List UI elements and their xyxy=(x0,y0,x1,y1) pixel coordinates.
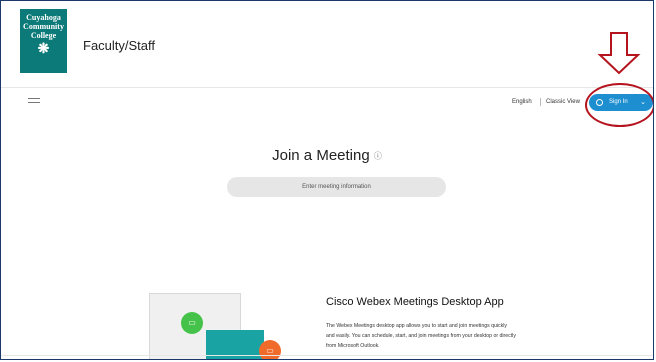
annotation-circle xyxy=(585,83,653,127)
footer-divider xyxy=(1,355,653,356)
page-frame: Cuyahoga Community College ❋ Faculty/Sta… xyxy=(0,0,654,360)
college-logo[interactable]: Cuyahoga Community College ❋ xyxy=(20,9,67,73)
hamburger-menu-icon[interactable] xyxy=(28,98,40,106)
page-title: Join a Meeting ⓘ xyxy=(1,147,653,164)
promo-description: The Webex Meetings desktop app allows yo… xyxy=(326,323,516,349)
desktop-app-illustration: ▭ ▭ xyxy=(149,293,281,359)
promo-title: Cisco Webex Meetings Desktop App xyxy=(326,296,504,308)
meeting-search-input[interactable]: Enter meeting information xyxy=(227,177,446,197)
logo-line-3: College xyxy=(30,31,57,40)
logo-line-1: Cuyahoga xyxy=(26,13,61,22)
share-icon: ▭ xyxy=(259,340,281,359)
info-icon[interactable]: ⓘ xyxy=(374,152,382,161)
logo-line-2: Community xyxy=(23,22,64,31)
language-selector[interactable]: English xyxy=(512,99,532,105)
header: Cuyahoga Community College ❋ Faculty/Sta… xyxy=(1,1,653,88)
down-arrow-annotation-icon xyxy=(597,32,641,75)
department-title: Faculty/Staff xyxy=(83,38,156,53)
camera-icon: ▭ xyxy=(181,312,203,334)
toolbar-divider xyxy=(540,98,541,106)
classic-view-link[interactable]: Classic View xyxy=(546,99,580,105)
join-meeting-title: Join a Meeting xyxy=(272,147,370,164)
snowflake-icon: ❋ xyxy=(37,42,50,57)
